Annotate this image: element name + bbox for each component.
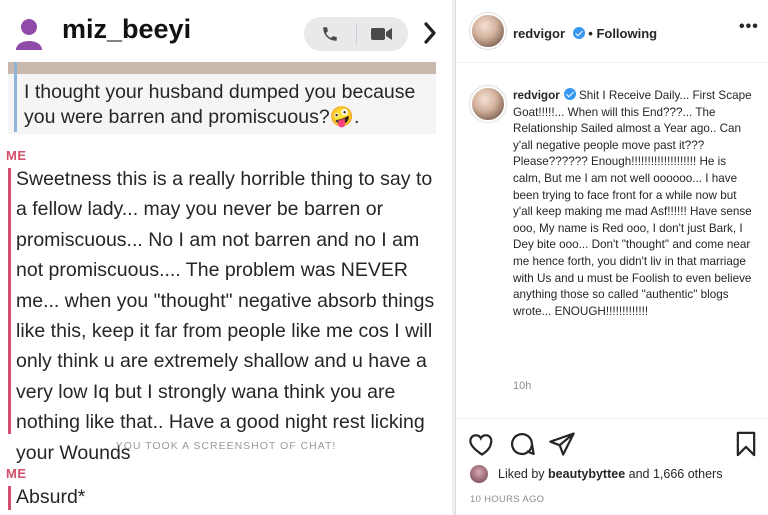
chat-panel: miz_beeyi I thought your husband dumped …	[0, 0, 452, 515]
call-controls	[304, 17, 408, 51]
message-bar	[8, 168, 11, 434]
likes-count-link[interactable]: and 1,666 others	[629, 467, 723, 481]
quoted-image-strip	[8, 62, 436, 74]
screenshot-notice: YOU TOOK A SCREENSHOT OF CHAT!	[115, 440, 337, 452]
sender-label: ME	[6, 148, 27, 163]
phone-icon	[323, 27, 337, 41]
caption-text: Shit I Receive Daily... First Scape Goat…	[513, 89, 752, 318]
verified-badge-icon	[563, 88, 576, 100]
comment-icon[interactable]	[508, 430, 536, 458]
bookmark-icon[interactable]	[732, 430, 760, 458]
liked-by-row: Liked by beautybyttee and 1,666 others	[470, 463, 760, 485]
liked-by-text: Liked by beautybyttee and 1,666 others	[498, 467, 722, 481]
following-button[interactable]: Following	[596, 26, 657, 41]
verified-badge-icon	[572, 27, 585, 39]
post-caption: redvigor Shit I Receive Daily... First S…	[513, 88, 753, 320]
avatar[interactable]	[470, 465, 488, 483]
message-bar-2	[8, 486, 11, 510]
chevron-right-icon[interactable]	[418, 19, 442, 47]
post-timestamp: 10 HOURS AGO	[470, 494, 545, 505]
person-silhouette-icon[interactable]	[14, 16, 44, 50]
chat-header: miz_beeyi	[0, 0, 452, 62]
username-link[interactable]: redvigor	[513, 26, 565, 41]
heart-icon[interactable]	[468, 430, 496, 458]
caption-username[interactable]: redvigor	[513, 89, 560, 102]
video-call-button[interactable]	[356, 17, 408, 51]
divider	[456, 418, 768, 419]
quote-bar	[14, 62, 17, 132]
liked-prefix: Liked by	[498, 467, 545, 481]
reply-message: Sweetness this is a really horrible thin…	[16, 168, 435, 464]
paper-plane-icon[interactable]	[548, 430, 576, 458]
sender-label-2: ME	[6, 466, 27, 481]
caption-timestamp: 10h	[513, 380, 532, 392]
avatar[interactable]	[470, 13, 506, 49]
liked-user-link[interactable]: beautybyttee	[548, 467, 625, 481]
instagram-post-panel: redvigor • Following ••• redvigor Shit I…	[455, 0, 768, 515]
more-options-icon[interactable]: •••	[739, 18, 759, 36]
quoted-message: I thought your husband dumped you becaus…	[24, 81, 416, 128]
last-message: Absurd*	[16, 486, 86, 508]
video-camera-icon	[371, 28, 392, 40]
post-header-user: redvigor • Following	[513, 26, 657, 41]
chat-username[interactable]: miz_beeyi	[62, 14, 191, 45]
caption-avatar[interactable]	[470, 86, 506, 122]
post-header: redvigor • Following •••	[456, 0, 768, 63]
call-button[interactable]	[304, 17, 356, 51]
